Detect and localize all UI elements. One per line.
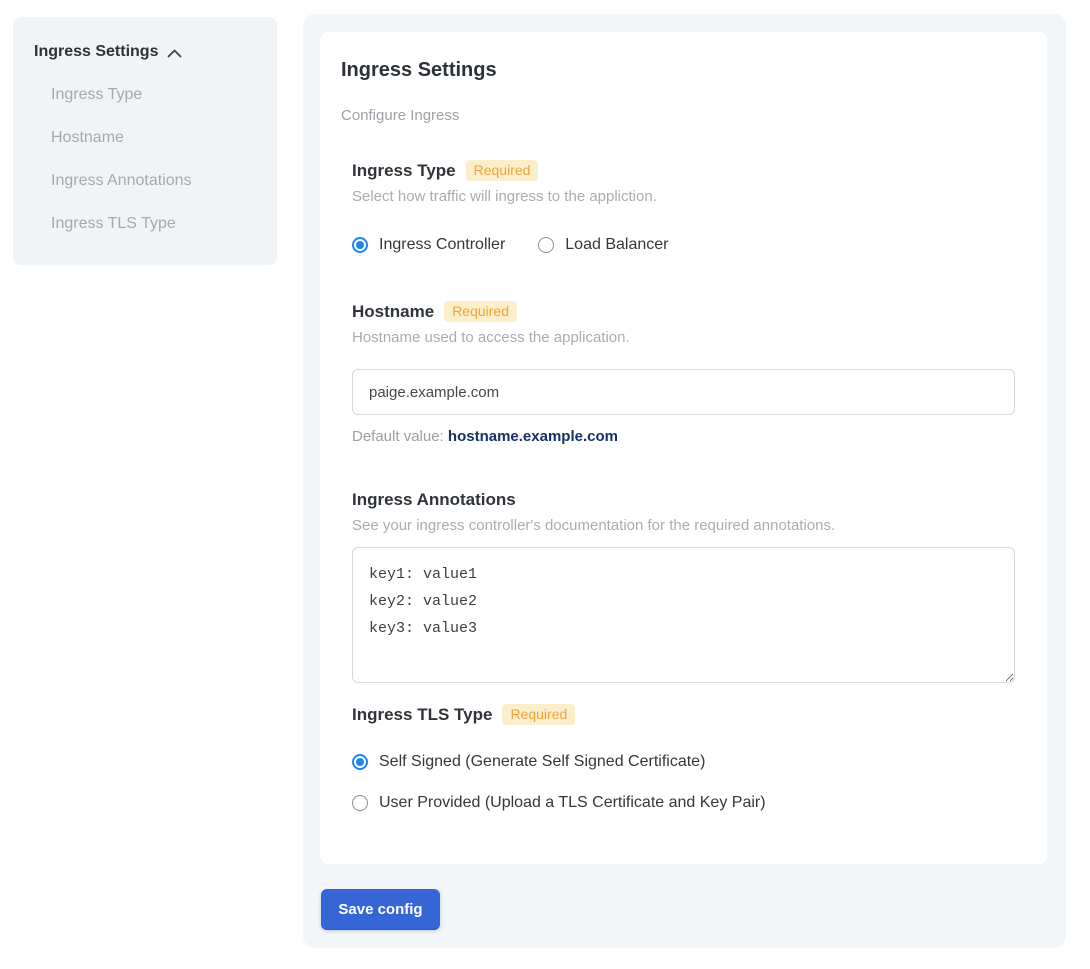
section-ingress-type: Ingress Type Required Select how traffic… <box>352 160 1015 254</box>
radio-option-ingress-controller[interactable]: Ingress Controller <box>352 236 505 254</box>
page-subtitle: Configure Ingress <box>341 107 1015 124</box>
sidebar-group-label: Ingress Settings <box>34 43 158 61</box>
radio-label: Self Signed (Generate Self Signed Certif… <box>379 753 705 771</box>
required-badge: Required <box>502 704 575 725</box>
section-header-ingress-type: Ingress Type Required <box>352 160 1015 181</box>
sidebar-item-hostname[interactable]: Hostname <box>51 129 277 147</box>
section-header-ingress-annotations: Ingress Annotations <box>352 490 1015 510</box>
config-panel: Ingress Settings Configure Ingress Ingre… <box>303 14 1066 948</box>
section-title: Ingress Annotations <box>352 490 516 510</box>
section-header-hostname: Hostname Required <box>352 301 1015 322</box>
radio-option-self-signed[interactable]: Self Signed (Generate Self Signed Certif… <box>352 753 1015 771</box>
ingress-settings-card: Ingress Settings Configure Ingress Ingre… <box>320 32 1047 864</box>
radio-option-load-balancer[interactable]: Load Balancer <box>538 236 668 254</box>
hostname-input[interactable] <box>352 369 1015 415</box>
hostname-default-value: Default value: hostname.example.com <box>352 428 1015 445</box>
section-ingress-tls-type: Ingress TLS Type Required Self Signed (G… <box>352 704 1015 812</box>
default-value-link[interactable]: hostname.example.com <box>448 428 618 445</box>
radio-icon[interactable] <box>352 237 368 253</box>
config-nav-sidebar: Ingress Settings Ingress Type Hostname I… <box>13 17 277 265</box>
radio-icon[interactable] <box>538 237 554 253</box>
sidebar-item-ingress-tls-type[interactable]: Ingress TLS Type <box>51 215 277 233</box>
ingress-annotations-textarea[interactable]: key1: value1 key2: value2 key3: value3 <box>352 547 1015 683</box>
tls-type-radio-group: Self Signed (Generate Self Signed Certif… <box>352 753 1015 812</box>
default-value-label: Default value: <box>352 428 444 445</box>
radio-label: User Provided (Upload a TLS Certificate … <box>379 794 766 812</box>
sidebar-item-list: Ingress Type Hostname Ingress Annotation… <box>13 86 277 233</box>
section-description: Hostname used to access the application. <box>352 329 1015 346</box>
sidebar-item-ingress-annotations[interactable]: Ingress Annotations <box>51 172 277 190</box>
sidebar-item-ingress-type[interactable]: Ingress Type <box>51 86 277 104</box>
radio-option-user-provided[interactable]: User Provided (Upload a TLS Certificate … <box>352 794 1015 812</box>
radio-icon[interactable] <box>352 795 368 811</box>
required-badge: Required <box>444 301 517 322</box>
section-title: Hostname <box>352 302 434 322</box>
section-header-ingress-tls-type: Ingress TLS Type Required <box>352 704 1015 725</box>
section-title: Ingress Type <box>352 161 456 181</box>
page-title: Ingress Settings <box>341 59 1015 82</box>
sidebar-group-ingress-settings[interactable]: Ingress Settings <box>13 17 277 61</box>
section-ingress-annotations: Ingress Annotations See your ingress con… <box>352 490 1015 683</box>
chevron-up-icon <box>167 49 182 58</box>
section-title: Ingress TLS Type <box>352 705 492 725</box>
config-page: Ingress Settings Ingress Type Hostname I… <box>0 0 1090 969</box>
radio-label: Load Balancer <box>565 236 668 254</box>
ingress-type-radio-group: Ingress Controller Load Balancer <box>352 236 1015 254</box>
required-badge: Required <box>466 160 539 181</box>
radio-label: Ingress Controller <box>379 236 505 254</box>
radio-icon[interactable] <box>352 754 368 770</box>
section-hostname: Hostname Required Hostname used to acces… <box>352 301 1015 445</box>
save-config-button[interactable]: Save config <box>321 889 440 929</box>
section-description: See your ingress controller's documentat… <box>352 517 1015 534</box>
section-description: Select how traffic will ingress to the a… <box>352 188 1015 205</box>
